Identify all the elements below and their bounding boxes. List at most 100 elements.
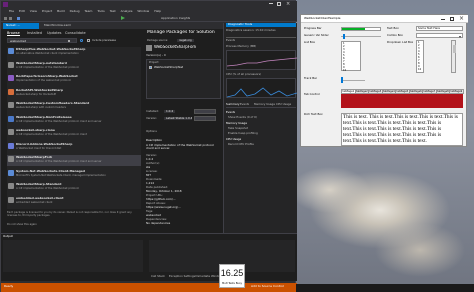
rich-text-box[interactable]: This is text. This is text.This is text.…	[341, 113, 463, 146]
tab-cpu-usage[interactable]: CPU Usage	[276, 103, 291, 106]
package-list-item[interactable]: RocketAPI.WebSocketSharp websocket-sharp …	[7, 88, 141, 99]
menu-help[interactable]: Help	[154, 9, 161, 13]
scroll-thumb[interactable]	[452, 45, 456, 53]
menu-window[interactable]: Window	[137, 9, 149, 13]
package-list-item[interactable]: websocket-sharp.clone A C# implementation…	[7, 128, 141, 139]
show-events-link[interactable]: Show Events (0 of 0)	[228, 116, 257, 119]
start-icon[interactable]	[121, 16, 125, 20]
events-section: Events	[226, 111, 236, 114]
package-icon	[8, 169, 14, 176]
test-minimize-icon[interactable]	[441, 19, 445, 20]
refresh-icon[interactable]	[80, 39, 83, 42]
text-box[interactable]: Some Text Here	[416, 26, 463, 31]
minimize-icon[interactable]	[269, 3, 273, 4]
detail-field-value: https://www.nuget.org/...	[146, 205, 181, 209]
menu-file[interactable]: File	[9, 9, 14, 13]
package-list-item[interactable]: WebSocketSharp.CustomHeaders.Standard web…	[7, 101, 141, 112]
package-list-item[interactable]: WebSocketSharp-NonPreRelease A C# impleme…	[7, 115, 141, 126]
description-text: A C# implementation of the WebSocket pro…	[146, 143, 214, 151]
tab-installed[interactable]: Installed	[27, 31, 42, 35]
package-list-item[interactable]: WebSocketSharp.Standard A C# implementati…	[7, 182, 141, 193]
maximize-icon[interactable]	[277, 2, 281, 6]
take-snapshot-link[interactable]: Take Snapshot	[228, 127, 248, 130]
track-bar[interactable]	[341, 80, 365, 81]
scroll-bar[interactable]	[451, 40, 456, 73]
vs-titlebar: ×	[1, 1, 297, 9]
package-description: Microsoft's System.Net.WebSockets.Client…	[16, 173, 106, 177]
menu-view[interactable]: View	[30, 9, 37, 13]
do-not-show-link[interactable]: Do not show this again	[7, 223, 37, 226]
source-control-button[interactable]: Add to Source Control	[251, 285, 284, 289]
tab-events[interactable]: Events	[240, 103, 249, 106]
menu-analyze[interactable]: Analyze	[121, 9, 133, 13]
package-list-item[interactable]: WebSocketSharp-netstandard A C# implement…	[7, 61, 141, 72]
detail-field-value: https://github.com/...	[146, 197, 176, 201]
package-list-item[interactable]: DSharpPlus.WebSocket.WebSocketSharp An al…	[7, 47, 141, 58]
record-cpu-link[interactable]: Record CPU Profile	[228, 143, 254, 146]
menu-test[interactable]: Test	[110, 9, 116, 13]
tab-updates[interactable]: Updates	[47, 31, 62, 35]
menu-team[interactable]: Team	[84, 9, 92, 13]
package-list-item[interactable]: System.Net.WebSockets.Client.Managed Micr…	[7, 169, 141, 180]
track-bar-thumb[interactable]	[341, 77, 343, 83]
tab-immediate-window[interactable]: Immediate Window	[195, 275, 222, 278]
options-expander[interactable]: Options	[146, 130, 157, 133]
update-button[interactable]	[194, 116, 216, 121]
tab-summary[interactable]: Summary	[226, 103, 240, 106]
package-description: websocket-sharp with custom headers	[16, 106, 67, 109]
tab-call-stack[interactable]: Call Stack	[151, 275, 165, 278]
toolbar: Application Insights	[1, 15, 297, 22]
combo-box[interactable]	[416, 33, 463, 38]
tab-consolidate[interactable]: Consolidate	[65, 31, 86, 35]
installed-value: 1.0.4	[164, 110, 176, 114]
tab-exception-settings[interactable]: Exception Settings	[169, 275, 195, 278]
dropdown-list-box[interactable]: 1 2 3 4 5 6 7 8 9 10	[416, 40, 424, 73]
test-window-title: WebSocketClientSample	[304, 17, 341, 20]
diag-tabs: Summary Events Memory Usage CPU Usage	[226, 103, 296, 108]
package-icon	[8, 102, 14, 108]
package-icon	[146, 45, 152, 51]
package-list-item[interactable]: embedded.websocket.client embedded websoc…	[7, 196, 141, 207]
menu-edit[interactable]: Edit	[19, 9, 25, 13]
menu-debug[interactable]: Debug	[70, 9, 80, 13]
forward-icon[interactable]	[9, 17, 12, 20]
test-close-icon[interactable]: ×	[459, 15, 464, 22]
detail-field-value: 1,214	[146, 181, 155, 185]
uninstall-button[interactable]	[194, 109, 216, 114]
package-list-item[interactable]: RockPaperScissorsSharp.WebSocket Implemen…	[7, 74, 141, 85]
tab-browse[interactable]: Browse	[7, 31, 20, 37]
clear-search-icon[interactable]	[68, 40, 70, 42]
slider-thumb[interactable]	[343, 34, 345, 39]
package-list-item[interactable]: Discord.Addons.WebSocketSharp A WebSocket…	[7, 142, 141, 153]
version-select[interactable]: Latest Stable 1.0.4	[164, 117, 192, 121]
events-label: Events	[226, 39, 236, 42]
package-description: An alternative WebSocket client implemen…	[16, 52, 79, 55]
menu-tools[interactable]: Tools	[97, 9, 104, 13]
list-box-item[interactable]: 10	[343, 69, 346, 72]
diagnostic-tools-pane: Diagnostic Tools Diagnostics session: 15…	[223, 23, 297, 243]
combo-chevron-icon	[459, 35, 461, 38]
test-maximize-icon[interactable]	[450, 17, 454, 21]
search-input[interactable]: websocket	[7, 38, 77, 43]
package-icon	[8, 61, 14, 68]
package-list-item[interactable]: WebSocketSharpFork A C# implementation of…	[7, 155, 141, 166]
dropdown-item[interactable]: 10	[418, 68, 421, 71]
tab-memory-usage[interactable]: Memory Usage	[254, 103, 275, 106]
detail-title: WebSocketSharpFork	[154, 45, 197, 49]
detail-field-value: No dependencies	[146, 221, 171, 225]
prerelease-checkbox[interactable]	[87, 39, 90, 42]
heap-profiling-link[interactable]: Enable heap profiling	[228, 132, 258, 135]
rich-text-content: This is text. This is text.This is text.…	[343, 114, 458, 145]
menu-build[interactable]: Build	[57, 9, 65, 13]
close-icon[interactable]: ×	[286, 1, 290, 7]
slider-track[interactable]	[341, 36, 381, 37]
detail-field-value: MIT	[146, 173, 151, 177]
menu-project[interactable]: Project	[42, 9, 52, 13]
package-source-select[interactable]: nuget.org	[177, 39, 194, 43]
test-window: WebSocketClientSample × Progress Bar Gen…	[300, 14, 468, 147]
save-icon[interactable]	[17, 17, 20, 20]
back-icon[interactable]	[4, 17, 7, 20]
project-checkbox[interactable]	[149, 66, 152, 69]
list-box[interactable]: 1 2 3 4 5 6 7 8 9 10	[341, 41, 361, 72]
toolbar-label[interactable]: Application Insights	[161, 17, 190, 21]
